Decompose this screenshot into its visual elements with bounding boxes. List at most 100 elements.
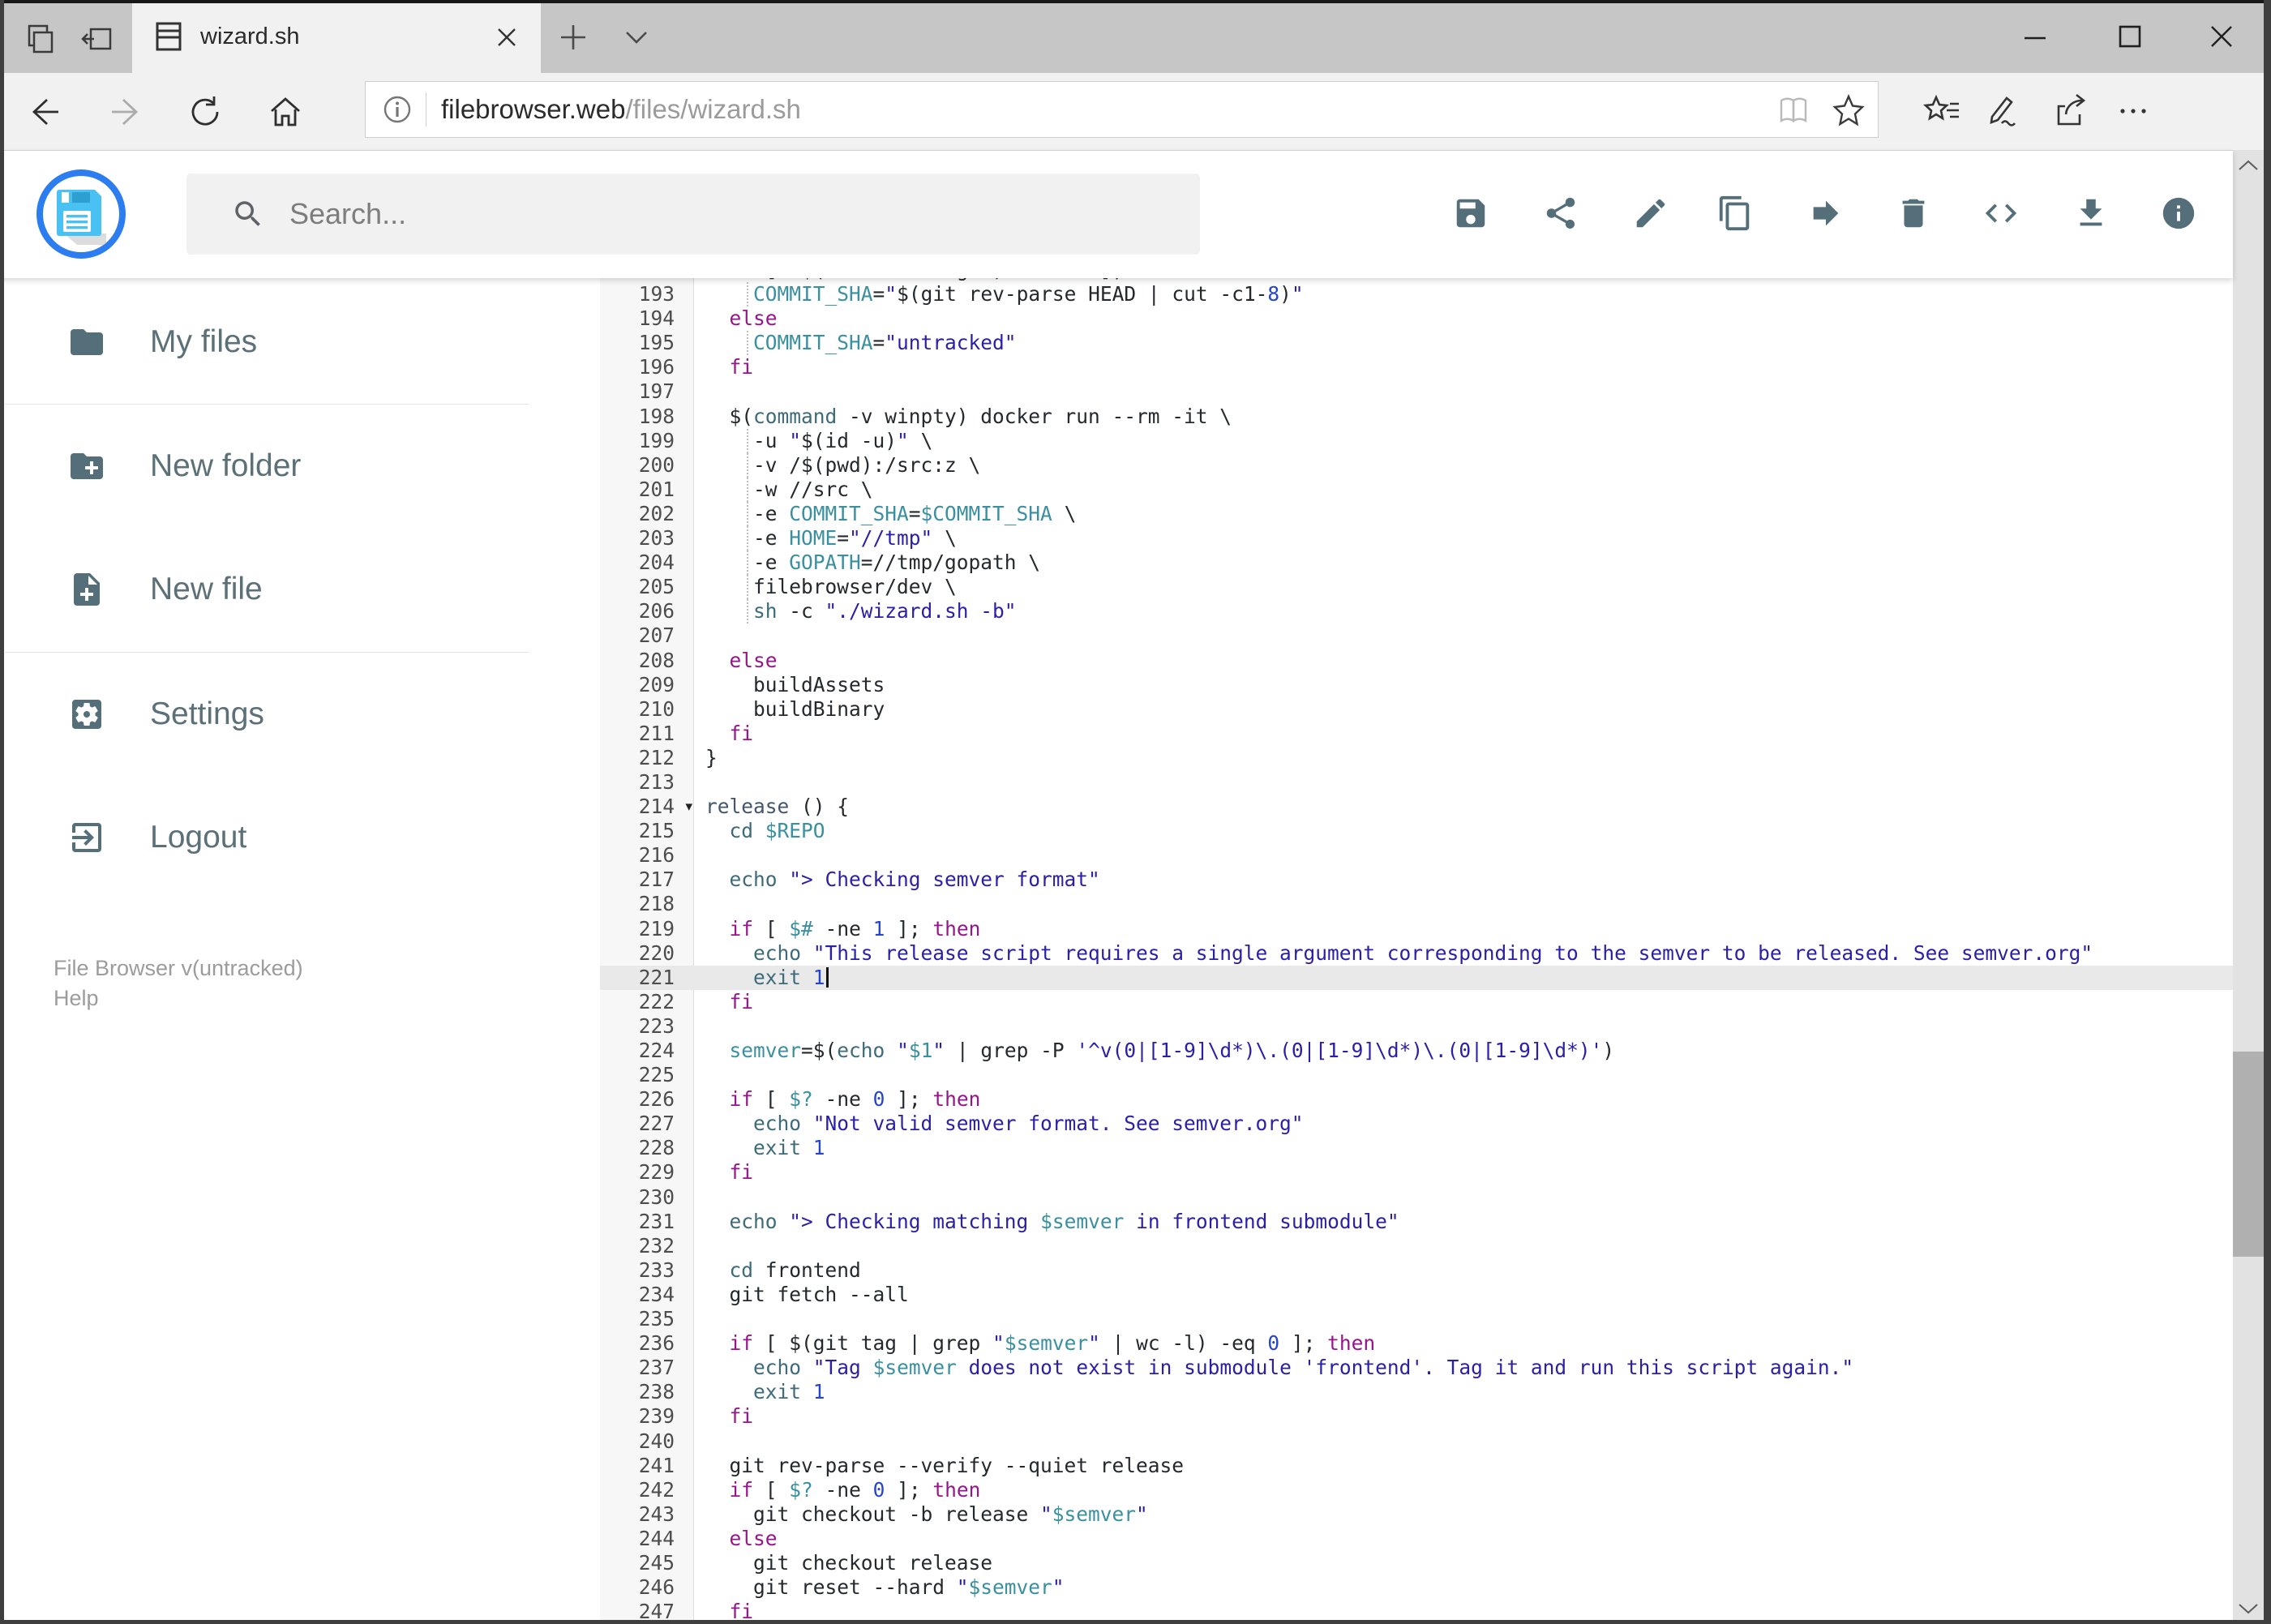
window-close-button[interactable] xyxy=(2185,11,2258,62)
browser-tab[interactable]: wizard.sh xyxy=(132,0,541,73)
code-line[interactable]: 226 if [ $? -ne 0 ]; then xyxy=(600,1087,2233,1112)
code-line[interactable]: 198 $(command -v winpty) docker run --rm… xyxy=(600,405,2233,429)
forward-button[interactable] xyxy=(107,93,144,131)
code-line[interactable]: 218 xyxy=(600,892,2233,916)
reading-view-button[interactable] xyxy=(1776,93,1810,127)
code-line[interactable]: 225 xyxy=(600,1063,2233,1087)
code-line[interactable]: 237 echo "Tag $semver does not exist in … xyxy=(600,1356,2233,1380)
code-line[interactable]: 199 -u "$(id -u)" \ xyxy=(600,428,2233,453)
code-line[interactable]: 220 echo "This release script requires a… xyxy=(600,941,2233,966)
code-line[interactable]: 209 buildAssets xyxy=(600,673,2233,697)
code-line[interactable]: 216 xyxy=(600,843,2233,868)
code-line[interactable]: 241 git rev-parse --verify --quiet relea… xyxy=(600,1454,2233,1478)
code-line[interactable]: 217 echo "> Checking semver format" xyxy=(600,868,2233,892)
code-line[interactable]: 221 exit 1 xyxy=(600,965,2233,990)
code-line[interactable]: 238 exit 1 xyxy=(600,1380,2233,1404)
code-line[interactable]: 243 git checkout -b release "$semver" xyxy=(600,1502,2233,1527)
code-line[interactable]: 204 -e GOPATH=//tmp/gopath \ xyxy=(600,551,2233,576)
code-line[interactable]: 205 filebrowser/dev \ xyxy=(600,575,2233,600)
sidebar-item-new-folder[interactable]: New folder xyxy=(0,427,535,505)
scroll-up-arrow-icon[interactable] xyxy=(2237,156,2260,174)
window-minimize-button[interactable] xyxy=(1999,11,2072,62)
code-line[interactable]: 234 git fetch --all xyxy=(600,1283,2233,1307)
filebrowser-logo[interactable] xyxy=(36,169,126,259)
code-line[interactable]: 233 cd frontend xyxy=(600,1258,2233,1283)
code-line[interactable]: 203 -e HOME="//tmp" \ xyxy=(600,526,2233,551)
new-tab-button[interactable] xyxy=(552,18,594,57)
code-line[interactable]: 194 else xyxy=(600,306,2233,331)
code-line[interactable]: 212} xyxy=(600,746,2233,770)
share-button[interactable] xyxy=(2053,92,2087,126)
code-line[interactable]: 246 git reset --hard "$semver" xyxy=(600,1575,2233,1600)
note-add-icon xyxy=(74,573,100,606)
code-line[interactable]: 232 xyxy=(600,1234,2233,1258)
tabs-dropdown-button[interactable] xyxy=(615,18,658,57)
code-line[interactable]: 228 exit 1 xyxy=(600,1136,2233,1160)
code-line[interactable]: 229 fi xyxy=(600,1160,2233,1185)
sidebar-item-logout[interactable]: Logout xyxy=(0,799,535,876)
scroll-down-arrow-icon[interactable] xyxy=(2237,1600,2260,1618)
code-line[interactable]: 231 echo "> Checking matching $semver in… xyxy=(600,1210,2233,1234)
sidebar-item-new-file[interactable]: New file xyxy=(0,551,535,628)
code-line[interactable]: 202 -e COMMIT_SHA=$COMMIT_SHA \ xyxy=(600,501,2233,527)
code-line[interactable]: 223 xyxy=(600,1014,2233,1039)
scrollbar-thumb[interactable] xyxy=(2233,1052,2264,1257)
sidebar-item-settings[interactable]: Settings xyxy=(0,675,535,753)
code-line[interactable]: 242 if [ $? -ne 0 ]; then xyxy=(600,1478,2233,1502)
window-maximize-button[interactable] xyxy=(2093,11,2166,62)
search-input[interactable] xyxy=(289,197,1141,231)
rename-button[interactable] xyxy=(1614,177,1687,250)
code-line[interactable]: 214 ▾ release () { xyxy=(600,795,2233,819)
favorites-hub-button[interactable] xyxy=(1923,92,1959,126)
ink-note-button[interactable] xyxy=(1984,92,2018,126)
download-button[interactable] xyxy=(2055,177,2127,250)
code-line[interactable]: 197 xyxy=(600,379,2233,404)
search-bar[interactable] xyxy=(186,174,1200,255)
page-scrollbar[interactable] xyxy=(2233,150,2264,1624)
delete-button[interactable] xyxy=(1877,177,1950,250)
raw-code-button[interactable] xyxy=(1965,177,2037,250)
code-line[interactable]: 210 buildBinary xyxy=(600,697,2233,722)
tab-close-button[interactable] xyxy=(491,21,523,54)
code-line[interactable]: 211 fi xyxy=(600,722,2233,746)
code-line[interactable]: 224 semver=$(echo "$1" | grep -P '^v(0|[… xyxy=(600,1039,2233,1063)
sidebar-item-my-files[interactable]: My files xyxy=(0,303,535,381)
code-line[interactable]: 227 echo "Not valid semver format. See s… xyxy=(600,1112,2233,1136)
code-line[interactable]: 222 fi xyxy=(600,990,2233,1014)
back-button[interactable] xyxy=(26,93,63,131)
code-line[interactable]: 239 fi xyxy=(600,1404,2233,1429)
more-menu-button[interactable] xyxy=(2115,92,2149,126)
code-editor[interactable]: 192 if [ "$(command -v git)" != "" ]; th… xyxy=(600,278,2233,1624)
copy-button[interactable] xyxy=(1699,177,1772,250)
fold-marker-icon[interactable]: ▾ xyxy=(685,795,692,819)
move-button[interactable] xyxy=(1789,177,1862,250)
code-line[interactable]: 208 else xyxy=(600,649,2233,673)
code-line[interactable]: 219 if [ $# -ne 1 ]; then xyxy=(600,917,2233,941)
code-line[interactable]: 201 -w //src \ xyxy=(600,477,2233,502)
code-line[interactable]: 196 fi xyxy=(600,355,2233,379)
info-button[interactable] xyxy=(2142,177,2215,250)
code-line[interactable]: 245 git checkout release xyxy=(600,1551,2233,1575)
code-line[interactable]: 193 COMMIT_SHA="$(git rev-parse HEAD | c… xyxy=(600,282,2233,307)
code-line[interactable]: 213 xyxy=(600,770,2233,795)
code-line[interactable]: 206 sh -c "./wizard.sh -b" xyxy=(600,599,2233,624)
code-line[interactable]: 200 -v /$(pwd):/src:z \ xyxy=(600,452,2233,478)
code-line[interactable]: 244 else xyxy=(600,1527,2233,1551)
code-line[interactable]: 215 cd $REPO xyxy=(600,819,2233,843)
refresh-button[interactable] xyxy=(186,93,224,131)
tab-preview-button[interactable] xyxy=(18,16,63,62)
set-tabs-aside-button[interactable] xyxy=(75,16,120,62)
code-line[interactable]: 235 xyxy=(600,1307,2233,1331)
share-file-button[interactable] xyxy=(1524,177,1597,250)
help-link[interactable]: Help xyxy=(54,983,303,1013)
code-line[interactable]: 207 xyxy=(600,623,2233,648)
favorite-star-button[interactable] xyxy=(1832,93,1866,127)
code-line[interactable]: 230 xyxy=(600,1185,2233,1210)
save-button[interactable] xyxy=(1434,177,1507,250)
code-text: echo "Not valid semver format. See semve… xyxy=(753,1112,1304,1136)
code-line[interactable]: 195 COMMIT_SHA="untracked" xyxy=(600,331,2233,356)
url-input[interactable]: filebrowser.web/files/wizard.sh xyxy=(365,81,1879,138)
code-line[interactable]: 240 xyxy=(600,1429,2233,1454)
code-line[interactable]: 236 if [ $(git tag | grep "$semver" | wc… xyxy=(600,1331,2233,1356)
home-button[interactable] xyxy=(267,93,304,131)
